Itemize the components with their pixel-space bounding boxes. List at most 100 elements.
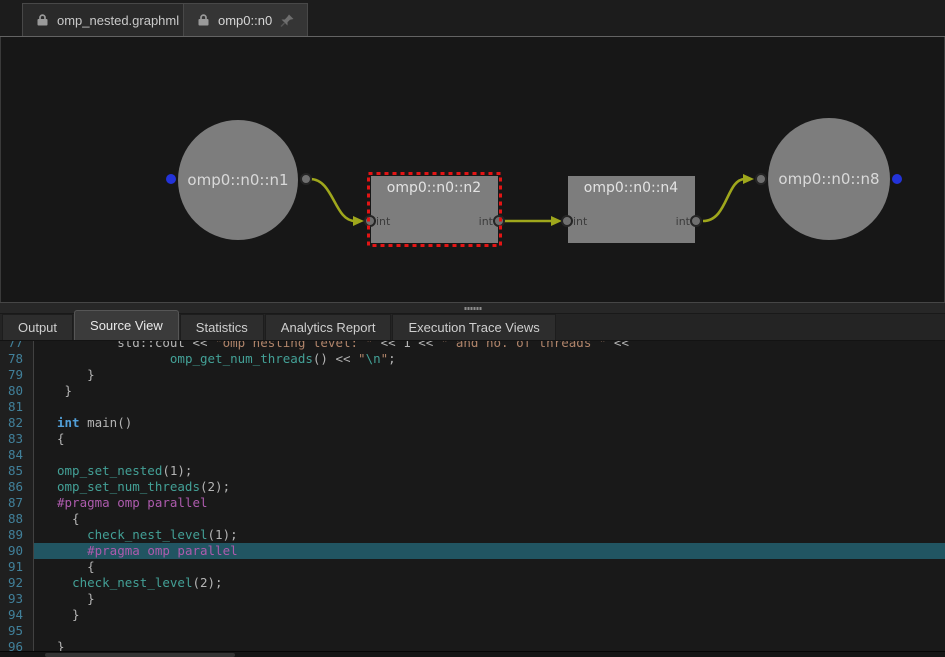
code-line[interactable]: 77 std::cout << "omp nesting level: " <<… — [0, 341, 945, 351]
line-number: 93 — [0, 591, 34, 607]
tab-omp0-n0[interactable]: omp0::n0 — [183, 3, 308, 36]
line-number: 94 — [0, 607, 34, 623]
code-line[interactable]: 95 — [0, 623, 945, 639]
node-label: omp0::n0::n8 — [778, 170, 879, 188]
code-line-text: } — [34, 383, 945, 399]
line-number: 77 — [0, 341, 34, 351]
highlighted-code-line-text: #pragma omp parallel — [34, 543, 945, 559]
port-n8-in[interactable] — [756, 174, 766, 184]
graph-canvas[interactable]: omp0::n0::n1 omp0::n0::n2 int int omp0::… — [0, 37, 945, 302]
document-tabbar: omp_nested.graphml omp0::n0 — [0, 0, 945, 37]
line-number: 90 — [0, 543, 34, 559]
application-window: omp_nested.graphml omp0::n0 — [0, 0, 945, 657]
line-number: 91 — [0, 559, 34, 575]
tab-label: Analytics Report — [281, 320, 376, 335]
code-line[interactable]: 85omp_set_nested(1); — [0, 463, 945, 479]
node-label: omp0::n0::n4 — [584, 180, 679, 196]
tab-label: omp0::n0 — [218, 13, 272, 28]
port-n1-out[interactable] — [301, 174, 311, 184]
code-line[interactable]: 80 } — [0, 383, 945, 399]
code-line-text — [34, 447, 945, 463]
code-line-text: { — [34, 559, 945, 575]
tab-label: Execution Trace Views — [408, 320, 539, 335]
panel-tabbar: Output Source View Statistics Analytics … — [0, 314, 945, 341]
code-line-text: #pragma omp parallel — [34, 495, 945, 511]
code-line[interactable]: 83{ — [0, 431, 945, 447]
code-line-text — [34, 623, 945, 639]
splitter-grip-icon[interactable] — [464, 307, 481, 310]
source-code-editor[interactable]: 77 std::cout << "omp nesting level: " <<… — [0, 341, 945, 657]
code-line-text — [34, 399, 945, 415]
code-line-text: check_nest_level(1); — [34, 527, 945, 543]
tab-label: Source View — [90, 318, 163, 333]
code-line[interactable]: 78 omp_get_num_threads() << "\n"; — [0, 351, 945, 367]
tab-label: Statistics — [196, 320, 248, 335]
code-line[interactable]: 87#pragma omp parallel — [0, 495, 945, 511]
node-label: omp0::n0::n1 — [187, 171, 288, 189]
code-line-text: omp_set_num_threads(2); — [34, 479, 945, 495]
code-line[interactable]: 88 { — [0, 511, 945, 527]
code-line[interactable]: 89 check_nest_level(1); — [0, 527, 945, 543]
code-line-text: omp_set_nested(1); — [34, 463, 945, 479]
graph-node-n8[interactable]: omp0::n0::n8 — [768, 118, 890, 240]
line-number: 82 — [0, 415, 34, 431]
line-number: 85 — [0, 463, 34, 479]
port-label-in: int — [573, 215, 588, 228]
line-number: 95 — [0, 623, 34, 639]
graph-node-n4[interactable]: omp0::n0::n4 int int — [562, 176, 701, 243]
line-number: 87 — [0, 495, 34, 511]
code-line-text: } — [34, 607, 945, 623]
tab-output[interactable]: Output — [2, 314, 73, 340]
lock-icon — [36, 13, 49, 27]
edge-n1-n2[interactable] — [310, 179, 364, 226]
edge-n4-n8[interactable] — [703, 174, 754, 221]
line-number: 88 — [0, 511, 34, 527]
horizontal-scrollbar[interactable] — [0, 651, 945, 657]
line-number: 89 — [0, 527, 34, 543]
line-number: 78 — [0, 351, 34, 367]
tab-analytics-report[interactable]: Analytics Report — [265, 314, 392, 340]
tab-statistics[interactable]: Statistics — [180, 314, 264, 340]
port-label-out: int — [479, 215, 494, 228]
code-line-text: omp_get_num_threads() << "\n"; — [34, 351, 945, 367]
line-number: 79 — [0, 367, 34, 383]
code-line[interactable]: 92 check_nest_level(2); — [0, 575, 945, 591]
edge-n2-n4[interactable] — [504, 216, 562, 226]
lock-icon — [197, 13, 210, 27]
graph-node-n1[interactable]: omp0::n0::n1 — [178, 120, 298, 240]
code-line[interactable]: 86omp_set_num_threads(2); — [0, 479, 945, 495]
code-line[interactable]: 82int main() — [0, 415, 945, 431]
code-line[interactable]: 84 — [0, 447, 945, 463]
code-line[interactable]: 94 } — [0, 607, 945, 623]
line-number: 83 — [0, 431, 34, 447]
code-line[interactable]: 90 #pragma omp parallel — [0, 543, 945, 559]
scrollbar-thumb[interactable] — [45, 653, 235, 657]
code-line-text: int main() — [34, 415, 945, 431]
tab-source-view[interactable]: Source View — [74, 310, 179, 340]
code-line[interactable]: 79 } — [0, 367, 945, 383]
code-line[interactable]: 91 { — [0, 559, 945, 575]
code-line[interactable]: 81 — [0, 399, 945, 415]
node-label: omp0::n0::n2 — [387, 180, 481, 196]
anchor-dot-right[interactable] — [892, 174, 902, 184]
tab-label: Output — [18, 320, 57, 335]
line-number: 84 — [0, 447, 34, 463]
port-n4-in[interactable] — [562, 216, 572, 226]
code-line-text: } — [34, 591, 945, 607]
tab-label: omp_nested.graphml — [57, 13, 179, 28]
tab-execution-trace-views[interactable]: Execution Trace Views — [392, 314, 555, 340]
port-label-in: int — [376, 215, 391, 228]
code-line-text: { — [34, 511, 945, 527]
line-number: 92 — [0, 575, 34, 591]
tab-omp-nested-graphml[interactable]: omp_nested.graphml — [22, 3, 193, 36]
code-lines: 77 std::cout << "omp nesting level: " <<… — [0, 341, 945, 655]
code-line-text: check_nest_level(2); — [34, 575, 945, 591]
line-number: 80 — [0, 383, 34, 399]
code-line-text: } — [34, 367, 945, 383]
pin-icon[interactable] — [280, 14, 294, 27]
port-n4-out[interactable] — [691, 216, 701, 226]
graph-node-n2[interactable]: omp0::n0::n2 int int — [365, 174, 504, 246]
code-line[interactable]: 93 } — [0, 591, 945, 607]
anchor-dot-left[interactable] — [166, 174, 176, 184]
port-label-out: int — [676, 215, 691, 228]
